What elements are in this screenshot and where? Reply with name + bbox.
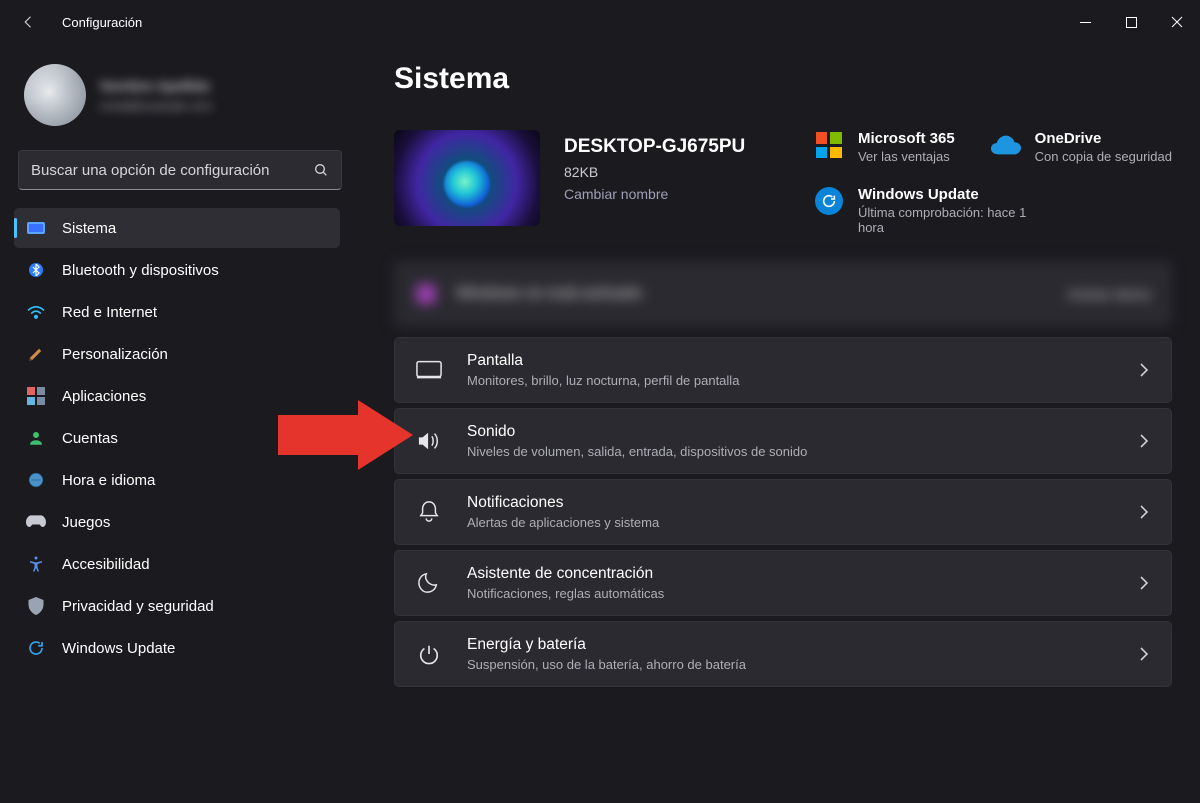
wifi-icon <box>26 302 46 322</box>
search-box[interactable] <box>18 150 342 190</box>
accessibility-icon <box>26 554 46 574</box>
device-card[interactable]: DESKTOP-GJ675PU 82KB Cambiar nombre <box>394 130 745 226</box>
sidebar-item-label: Red e Internet <box>62 304 157 321</box>
setting-sub: Suspensión, uso de la batería, ahorro de… <box>467 657 1117 672</box>
settings-list: Pantalla Monitores, brillo, luz nocturna… <box>394 337 1172 687</box>
sidebar-item-label: Hora e idioma <box>62 472 155 489</box>
chevron-right-icon <box>1139 504 1149 520</box>
desktop-preview <box>394 130 540 226</box>
microsoft-365-icon <box>814 130 844 160</box>
sidebar-item-hora[interactable]: Hora e idioma <box>14 460 340 500</box>
clock-icon <box>26 470 46 490</box>
sidebar-item-label: Privacidad y seguridad <box>62 598 214 615</box>
setting-title: Pantalla <box>467 352 1117 370</box>
promo-title: Microsoft 365 <box>858 130 955 147</box>
moon-icon <box>413 572 445 594</box>
sidebar-item-label: Juegos <box>62 514 110 531</box>
sidebar-item-label: Cuentas <box>62 430 118 447</box>
promo-microsoft-365[interactable]: Microsoft 365 Ver las ventajas <box>814 130 955 164</box>
setting-item-pantalla[interactable]: Pantalla Monitores, brillo, luz nocturna… <box>394 337 1172 403</box>
sidebar-item-aplicaciones[interactable]: Aplicaciones <box>14 376 340 416</box>
sidebar-item-label: Personalización <box>62 346 168 363</box>
app-title: Configuración <box>62 15 142 30</box>
sidebar-item-sistema[interactable]: Sistema <box>14 208 340 248</box>
chevron-right-icon <box>1139 646 1149 662</box>
sidebar-item-red[interactable]: Red e Internet <box>14 292 340 332</box>
sidebar-item-privacidad[interactable]: Privacidad y seguridad <box>14 586 340 626</box>
close-button[interactable] <box>1154 0 1200 44</box>
sidebar-item-cuentas[interactable]: Cuentas <box>14 418 340 458</box>
maximize-button[interactable] <box>1108 0 1154 44</box>
user-icon <box>26 428 46 448</box>
device-model: 82KB <box>564 164 745 180</box>
avatar <box>24 64 86 126</box>
sidebar-item-accesibilidad[interactable]: Accesibilidad <box>14 544 340 584</box>
page-title: Sistema <box>394 62 1172 96</box>
setting-title: Energía y batería <box>467 636 1117 654</box>
chevron-right-icon <box>1139 433 1149 449</box>
sidebar-item-label: Accesibilidad <box>62 556 150 573</box>
activation-banner[interactable]: Windows no está activado Activar ahora <box>394 261 1172 327</box>
main-content: Sistema DESKTOP-GJ675PU 82KB Cambiar nom… <box>360 44 1200 803</box>
minimize-button[interactable] <box>1062 0 1108 44</box>
setting-sub: Monitores, brillo, luz nocturna, perfil … <box>467 373 1117 388</box>
profile-card[interactable]: Nombre Apellido email@example.com <box>14 56 346 144</box>
onedrive-icon <box>991 130 1021 160</box>
window-controls <box>1062 0 1200 44</box>
sidebar-item-personalizacion[interactable]: Personalización <box>14 334 340 374</box>
setting-sub: Alertas de aplicaciones y sistema <box>467 515 1117 530</box>
bell-icon <box>413 500 445 524</box>
gamepad-icon <box>26 512 46 532</box>
promo-sub: Última comprobación: hace 1 hora <box>858 205 1048 235</box>
sound-icon <box>413 430 445 452</box>
profile-email: email@example.com <box>100 99 212 113</box>
search-input[interactable] <box>31 162 307 179</box>
update-icon <box>26 638 46 658</box>
sidebar: Nombre Apellido email@example.com Sistem… <box>0 44 360 803</box>
setting-item-sonido[interactable]: Sonido Niveles de volumen, salida, entra… <box>394 408 1172 474</box>
search-icon <box>313 162 329 178</box>
titlebar: Configuración <box>0 0 1200 44</box>
promo-title: Windows Update <box>858 186 1048 203</box>
sidebar-item-label: Windows Update <box>62 640 175 657</box>
warning-icon <box>416 284 436 304</box>
windows-update-icon <box>814 186 844 216</box>
setting-sub: Notificaciones, reglas automáticas <box>467 586 1117 601</box>
device-name: DESKTOP-GJ675PU <box>564 136 745 158</box>
promo-sub: Con copia de seguridad <box>1035 149 1172 164</box>
profile-name: Nombre Apellido <box>100 78 212 95</box>
apps-icon <box>26 386 46 406</box>
display-icon <box>413 360 445 380</box>
chevron-right-icon <box>1139 575 1149 591</box>
setting-item-energia[interactable]: Energía y batería Suspensión, uso de la … <box>394 621 1172 687</box>
nav: Sistema Bluetooth y dispositivos Red e I… <box>14 208 346 668</box>
sidebar-item-label: Bluetooth y dispositivos <box>62 262 219 279</box>
power-icon <box>413 643 445 665</box>
rename-link[interactable]: Cambiar nombre <box>564 186 745 202</box>
back-icon[interactable] <box>20 13 38 31</box>
setting-title: Notificaciones <box>467 494 1117 512</box>
banner-action[interactable]: Activar ahora <box>1068 286 1150 302</box>
setting-item-notificaciones[interactable]: Notificaciones Alertas de aplicaciones y… <box>394 479 1172 545</box>
sidebar-item-windows-update[interactable]: Windows Update <box>14 628 340 668</box>
sidebar-item-bluetooth[interactable]: Bluetooth y dispositivos <box>14 250 340 290</box>
bluetooth-icon <box>26 260 46 280</box>
promo-windows-update[interactable]: Windows Update Última comprobación: hace… <box>814 186 1172 235</box>
setting-item-asistente-concentracion[interactable]: Asistente de concentración Notificacione… <box>394 550 1172 616</box>
banner-text: Windows no está activado <box>456 285 1068 303</box>
sidebar-item-label: Aplicaciones <box>62 388 146 405</box>
chevron-right-icon <box>1139 362 1149 378</box>
setting-title: Asistente de concentración <box>467 565 1117 583</box>
promo-onedrive[interactable]: OneDrive Con copia de seguridad <box>991 130 1172 164</box>
promo-title: OneDrive <box>1035 130 1172 147</box>
setting-title: Sonido <box>467 423 1117 441</box>
sidebar-item-label: Sistema <box>62 220 116 237</box>
shield-icon <box>26 596 46 616</box>
promo-sub: Ver las ventajas <box>858 149 955 164</box>
setting-sub: Niveles de volumen, salida, entrada, dis… <box>467 444 1117 459</box>
brush-icon <box>26 344 46 364</box>
sidebar-item-juegos[interactable]: Juegos <box>14 502 340 542</box>
monitor-icon <box>26 218 46 238</box>
